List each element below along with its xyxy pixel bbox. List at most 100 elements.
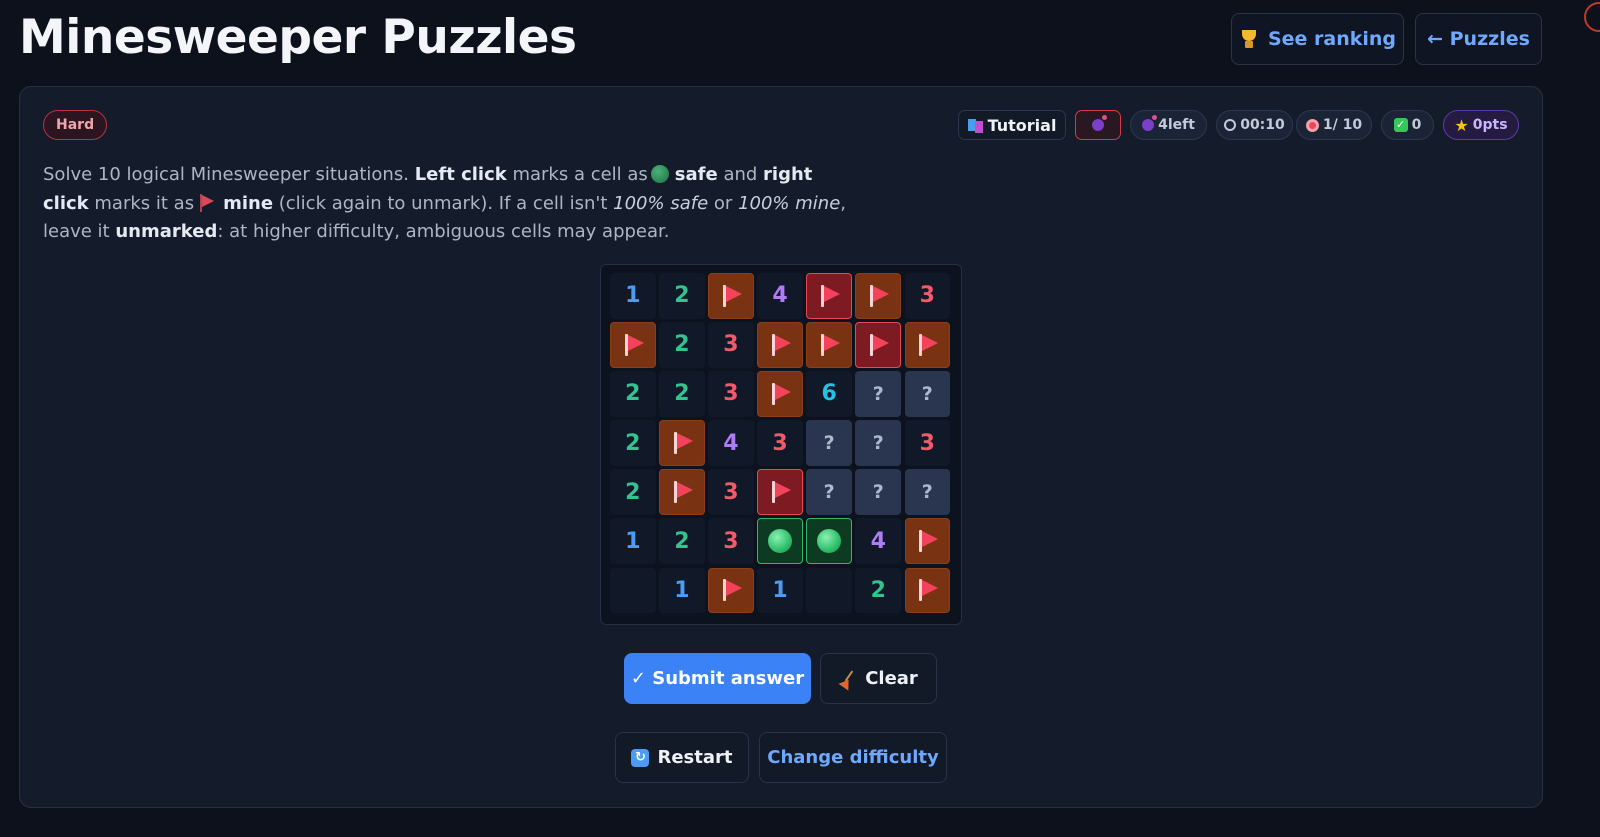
stopwatch-icon — [1224, 119, 1237, 131]
cell-flagged[interactable] — [708, 567, 754, 614]
cell-number[interactable]: 4 — [757, 273, 803, 319]
cell-number[interactable]: 2 — [659, 371, 705, 417]
cell-number[interactable]: 2 — [659, 322, 705, 368]
checkmark-icon: ✓ — [1393, 118, 1408, 132]
cell-number[interactable]: 1 — [610, 518, 656, 564]
cell-flagged[interactable] — [855, 273, 901, 319]
cell-number[interactable]: 2 — [610, 420, 656, 466]
cell-number[interactable]: 3 — [757, 420, 803, 466]
cell-number[interactable]: 3 — [708, 469, 754, 515]
safe-marker-icon — [817, 529, 842, 554]
cell-number[interactable]: 4 — [708, 420, 754, 466]
cell-number[interactable]: 3 — [708, 322, 754, 368]
minesweeper-board: 1 2 4 3 2 3 2 2 3 6?? 2 4 3?? 3 2 3??? 1 2 3 4 1 1 2 — [600, 264, 962, 625]
flag-icon — [916, 529, 939, 553]
progress-value: 1/ 10 — [1322, 117, 1363, 133]
mine-mode-toggle[interactable] — [1075, 110, 1121, 140]
cell-number[interactable]: 3 — [904, 273, 951, 319]
cell-flagged-wrong[interactable] — [806, 273, 852, 319]
flag-icon — [769, 333, 792, 357]
flag-icon — [867, 284, 890, 308]
cell-number[interactable]: 2 — [659, 273, 705, 319]
cell-unknown[interactable]: ? — [855, 371, 901, 417]
cell-marked-safe[interactable] — [806, 518, 852, 564]
cell-unknown[interactable]: ? — [904, 371, 951, 417]
flag-icon — [720, 578, 742, 602]
cell-number[interactable]: 1 — [659, 567, 705, 614]
cell-flagged[interactable] — [610, 322, 656, 368]
cell-flagged[interactable] — [904, 567, 951, 614]
cell-flagged[interactable] — [659, 469, 705, 515]
cell-flagged[interactable] — [904, 518, 951, 564]
mines-left-counter: 4left — [1130, 110, 1207, 140]
flag-icon — [818, 284, 841, 308]
cell-number[interactable]: 3 — [708, 371, 754, 417]
points-counter: ★ 0pts — [1443, 110, 1519, 140]
back-to-puzzles-label: ← Puzzles — [1427, 28, 1530, 50]
cell-flagged[interactable] — [904, 322, 951, 368]
flag-icon — [867, 333, 890, 357]
cell-number[interactable]: 2 — [855, 567, 901, 614]
edge-menu-icon[interactable] — [1584, 2, 1600, 32]
progress-counter: 1/ 10 — [1296, 110, 1372, 140]
cell-number[interactable]: 6 — [806, 371, 852, 417]
cell-number[interactable]: 4 — [855, 518, 901, 564]
cell-flagged[interactable] — [708, 273, 754, 319]
clear-label: Clear — [865, 668, 918, 689]
flag-icon — [671, 431, 693, 455]
cell-flagged[interactable] — [757, 322, 803, 368]
mines-left-value: 4left — [1158, 117, 1195, 133]
cell-number[interactable]: 1 — [610, 273, 656, 319]
cell-empty[interactable] — [806, 567, 852, 614]
correct-counter: ✓ 0 — [1381, 110, 1434, 140]
see-ranking-label: See ranking — [1267, 28, 1397, 50]
cell-number[interactable]: 3 — [904, 420, 951, 466]
flag-icon — [769, 480, 792, 504]
cell-marked-safe[interactable] — [757, 518, 803, 564]
cell-unknown[interactable]: ? — [806, 420, 852, 466]
difficulty-badge: Hard — [43, 110, 108, 140]
game-panel: Hard Tutorial 4left 00:10 1/ 10 ✓ 0 ★ 0p… — [19, 86, 1543, 808]
cell-flagged-wrong[interactable] — [757, 469, 803, 515]
clear-button[interactable]: Clear — [820, 653, 937, 704]
cell-flagged[interactable] — [806, 322, 852, 368]
correct-value: 0 — [1411, 117, 1422, 133]
broom-icon — [839, 670, 857, 688]
back-to-puzzles-button[interactable]: ← Puzzles — [1415, 13, 1542, 65]
tutorial-button[interactable]: Tutorial — [958, 110, 1066, 140]
cell-number[interactable]: 2 — [659, 518, 705, 564]
cell-empty[interactable] — [610, 567, 656, 614]
flag-icon — [720, 284, 742, 308]
cell-unknown[interactable]: ? — [806, 469, 852, 515]
cell-number[interactable]: 3 — [708, 518, 754, 564]
safe-marker-icon — [768, 529, 793, 554]
submit-answer-button[interactable]: ✓ Submit answer — [624, 653, 811, 704]
flag-icon — [916, 333, 939, 357]
flag-icon — [622, 333, 644, 357]
cell-unknown[interactable]: ? — [855, 420, 901, 466]
restart-icon: ↻ — [631, 748, 650, 767]
change-difficulty-label: Change difficulty — [767, 747, 939, 768]
points-value: 0pts — [1472, 117, 1508, 133]
flag-icon — [671, 480, 693, 504]
safe-marker-icon — [650, 165, 669, 183]
cell-number[interactable]: 2 — [610, 371, 656, 417]
see-ranking-button[interactable]: See ranking — [1231, 13, 1404, 65]
flag-icon — [818, 333, 841, 357]
change-difficulty-button[interactable]: Change difficulty — [759, 732, 947, 783]
bomb-icon — [1092, 115, 1107, 131]
instructions: Solve 10 logical Minesweeper situations.… — [43, 164, 846, 242]
cell-flagged-wrong[interactable] — [855, 322, 901, 368]
cell-unknown[interactable]: ? — [904, 469, 951, 515]
bomb-icon — [1142, 115, 1158, 131]
target-icon — [1305, 118, 1319, 132]
flag-icon — [198, 193, 216, 212]
cell-number[interactable]: 1 — [757, 567, 803, 614]
cell-unknown[interactable]: ? — [855, 469, 901, 515]
restart-button[interactable]: ↻ Restart — [615, 732, 749, 783]
page-title: Minesweeper Puzzles — [19, 10, 577, 65]
cell-number[interactable]: 2 — [610, 469, 656, 515]
flag-icon — [769, 382, 792, 406]
cell-flagged[interactable] — [659, 420, 705, 466]
cell-flagged[interactable] — [757, 371, 803, 417]
